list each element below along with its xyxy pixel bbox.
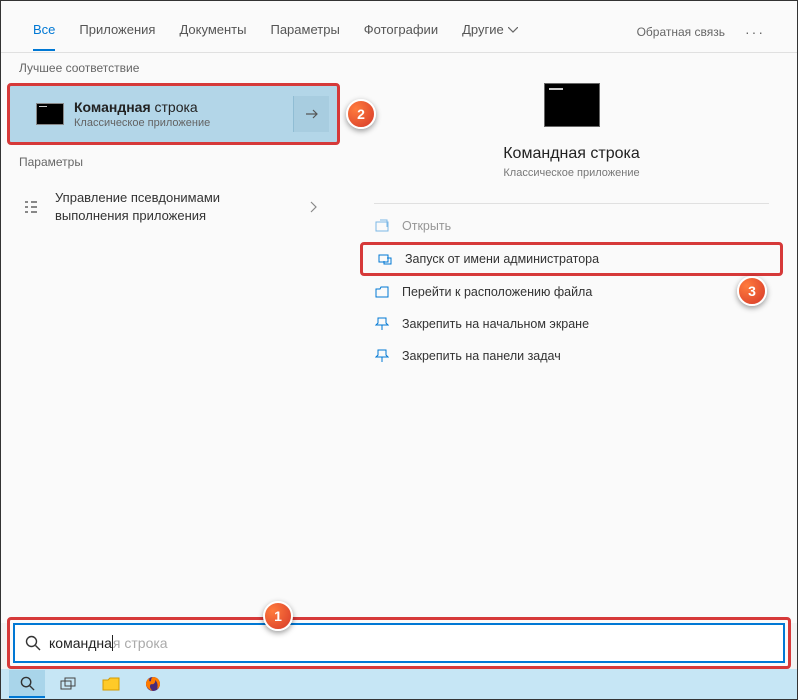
admin-shield-icon xyxy=(377,251,393,267)
expand-arrow-button[interactable] xyxy=(293,96,329,132)
aliases-chevron[interactable] xyxy=(296,189,332,225)
arrow-right-icon xyxy=(305,108,319,120)
taskbar-firefox-button[interactable] xyxy=(135,670,171,698)
section-parameters: Параметры xyxy=(1,145,346,177)
aliases-label: Управление псевдонимами выполнения прило… xyxy=(55,189,296,225)
taskbar xyxy=(1,669,797,699)
preview-title: Командная строка xyxy=(346,145,797,163)
divider xyxy=(374,203,769,204)
pin-taskbar-icon xyxy=(374,348,390,364)
tab-more[interactable]: Другие xyxy=(450,12,530,51)
cmd-icon xyxy=(36,103,64,125)
result-command-prompt[interactable]: Командная строка Классическое приложение xyxy=(7,83,340,145)
search-input-ghost: я строка xyxy=(113,635,168,651)
chevron-right-icon xyxy=(310,201,318,213)
search-box[interactable]: командная строка xyxy=(13,623,785,663)
pin-start-icon xyxy=(374,316,390,332)
list-settings-icon xyxy=(21,197,41,217)
folder-location-icon xyxy=(374,284,390,300)
tab-all[interactable]: Все xyxy=(21,12,67,51)
search-input-typed: командна xyxy=(49,635,112,651)
preview-cmd-icon xyxy=(544,83,600,127)
callout-3: 3 xyxy=(737,276,767,306)
action-pin-start[interactable]: Закрепить на начальном экране xyxy=(346,308,797,340)
open-icon xyxy=(374,218,390,234)
callout-1: 1 xyxy=(263,601,293,631)
feedback-link[interactable]: Обратная связь xyxy=(629,15,733,49)
more-options-button[interactable]: ··· xyxy=(733,14,777,50)
tab-bar: Все Приложения Документы Параметры Фотог… xyxy=(1,1,797,53)
result-aliases[interactable]: Управление псевдонимами выполнения прило… xyxy=(1,177,346,237)
tab-photos[interactable]: Фотографии xyxy=(352,12,450,51)
tab-apps[interactable]: Приложения xyxy=(67,12,167,51)
tab-settings[interactable]: Параметры xyxy=(258,12,351,51)
search-icon xyxy=(20,676,35,691)
preview-subtitle: Классическое приложение xyxy=(346,167,797,179)
chevron-down-icon xyxy=(508,27,518,33)
result-subtitle: Классическое приложение xyxy=(74,117,293,129)
action-pin-taskbar[interactable]: Закрепить на панели задач xyxy=(346,340,797,372)
taskbar-taskview-button[interactable] xyxy=(51,670,87,698)
action-open[interactable]: Открыть xyxy=(346,210,797,242)
taskbar-search-button[interactable] xyxy=(9,670,45,698)
action-run-as-admin[interactable]: Запуск от имени администратора xyxy=(360,242,783,276)
preview-panel: Командная строка Классическое приложение… xyxy=(346,53,797,623)
action-goto-file[interactable]: Перейти к расположению файла xyxy=(346,276,797,308)
taskview-icon xyxy=(60,677,78,691)
taskbar-explorer-button[interactable] xyxy=(93,670,129,698)
folder-icon xyxy=(102,677,120,691)
tab-documents[interactable]: Документы xyxy=(167,12,258,51)
section-best-match: Лучшее соответствие xyxy=(1,53,346,83)
result-title: Командная строка xyxy=(74,99,293,115)
results-panel: Лучшее соответствие Командная строка Кла… xyxy=(1,53,346,623)
search-bar-frame: командная строка xyxy=(7,617,791,669)
firefox-icon xyxy=(145,676,161,692)
callout-2: 2 xyxy=(346,99,376,129)
search-icon xyxy=(25,635,41,651)
